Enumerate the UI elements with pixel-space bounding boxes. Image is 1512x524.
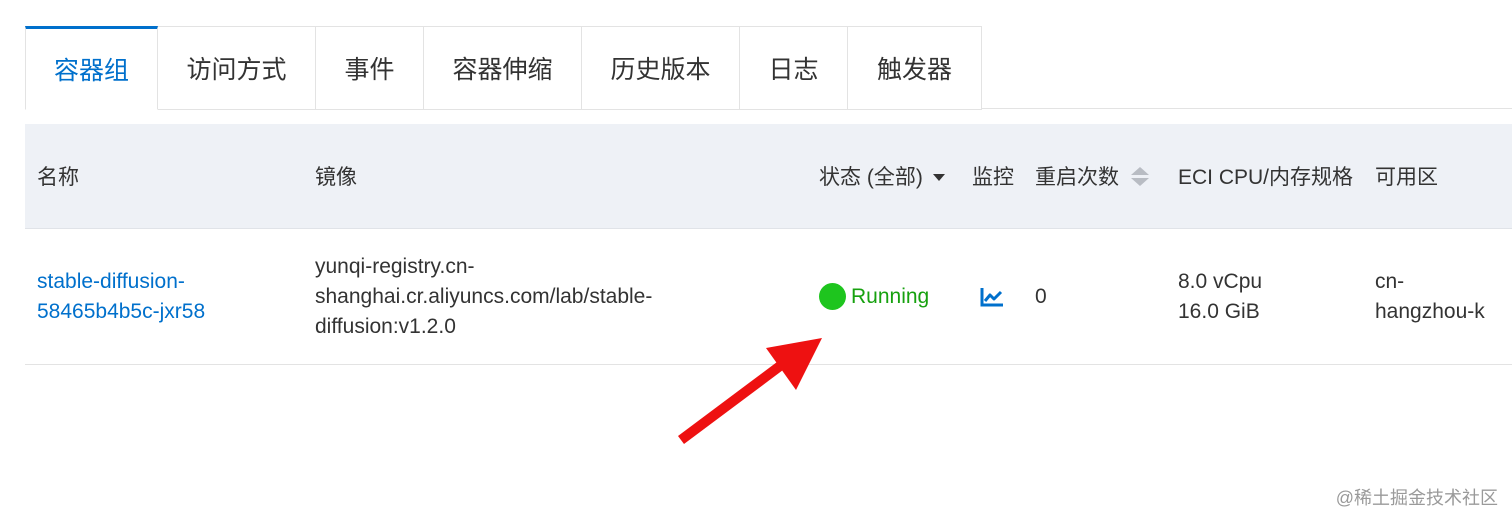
image-line3: diffusion:v1.2.0 (315, 314, 456, 338)
status-cell: Running (819, 229, 929, 364)
tab-access[interactable]: 访问方式 (158, 26, 316, 110)
column-header-image: 镜像 (315, 124, 357, 228)
restarts-cell: 0 (1035, 229, 1047, 364)
column-header-name-label: 名称 (37, 166, 79, 189)
spec-cell: 8.0 vCpu 16.0 GiB (1178, 229, 1262, 364)
column-header-name: 名称 (37, 124, 79, 228)
column-header-spec: ECI CPU/内存规格 (1178, 124, 1353, 228)
column-header-image-label: 镜像 (315, 166, 357, 189)
line-chart-icon[interactable] (980, 287, 1004, 307)
status-filter-label: 状态 (全部) (819, 166, 923, 189)
column-header-monitor-label: 监控 (972, 166, 1014, 189)
tab-scaling[interactable]: 容器伸缩 (424, 26, 582, 110)
table-row: stable-diffusion- 58465b4b5c-jxr58 yunqi… (25, 229, 1512, 365)
tab-logs[interactable]: 日志 (740, 26, 848, 110)
image-line1: yunqi-registry.cn- (315, 254, 475, 278)
zone-line2: hangzhou-k (1375, 299, 1485, 323)
zone-cell: cn- hangzhou-k (1375, 229, 1485, 364)
column-header-zone: 可用区 (1375, 124, 1438, 228)
tab-triggers[interactable]: 触发器 (848, 26, 982, 110)
tab-bar: 容器组 访问方式 事件 容器伸缩 历史版本 日志 触发器 (25, 26, 982, 110)
status-filter[interactable]: 状态 (全部) (819, 124, 945, 228)
status-text: Running (851, 284, 930, 308)
column-header-restarts-label: 重启次数 (1035, 166, 1119, 189)
restarts-sort[interactable]: 重启次数 (1035, 124, 1149, 228)
zone-line1: cn- (1375, 269, 1405, 293)
cpu-value: 8.0 vCpu (1178, 269, 1263, 293)
tab-history[interactable]: 历史版本 (582, 26, 740, 110)
column-header-spec-label: ECI CPU/内存规格 (1178, 166, 1354, 189)
memory-value: 16.0 GiB (1178, 299, 1260, 323)
status-dot-icon (819, 283, 846, 310)
table-header: 名称 镜像 状态 (全部) 监控 重启次数 ECI CPU/内存规格 可用区 (25, 124, 1512, 229)
column-header-zone-label: 可用区 (1375, 166, 1438, 189)
image-line2: shanghai.cr.aliyuncs.com/lab/stable- (315, 284, 653, 308)
tab-events[interactable]: 事件 (316, 26, 424, 110)
sort-icon (1131, 166, 1149, 186)
caret-down-icon (932, 173, 945, 181)
pod-name-line1[interactable]: stable-diffusion- (37, 267, 205, 297)
pod-name-link[interactable]: stable-diffusion- 58465b4b5c-jxr58 (37, 229, 205, 364)
pod-name-line2[interactable]: 58465b4b5c-jxr58 (37, 297, 205, 327)
restarts-value: 0 (1035, 284, 1047, 308)
tab-pods[interactable]: 容器组 (25, 26, 158, 110)
image-cell: yunqi-registry.cn- shanghai.cr.aliyuncs.… (315, 229, 652, 364)
monitor-cell (980, 229, 1004, 364)
watermark: @稀土掘金技术社区 (1335, 488, 1498, 508)
column-header-monitor: 监控 (972, 124, 1014, 228)
